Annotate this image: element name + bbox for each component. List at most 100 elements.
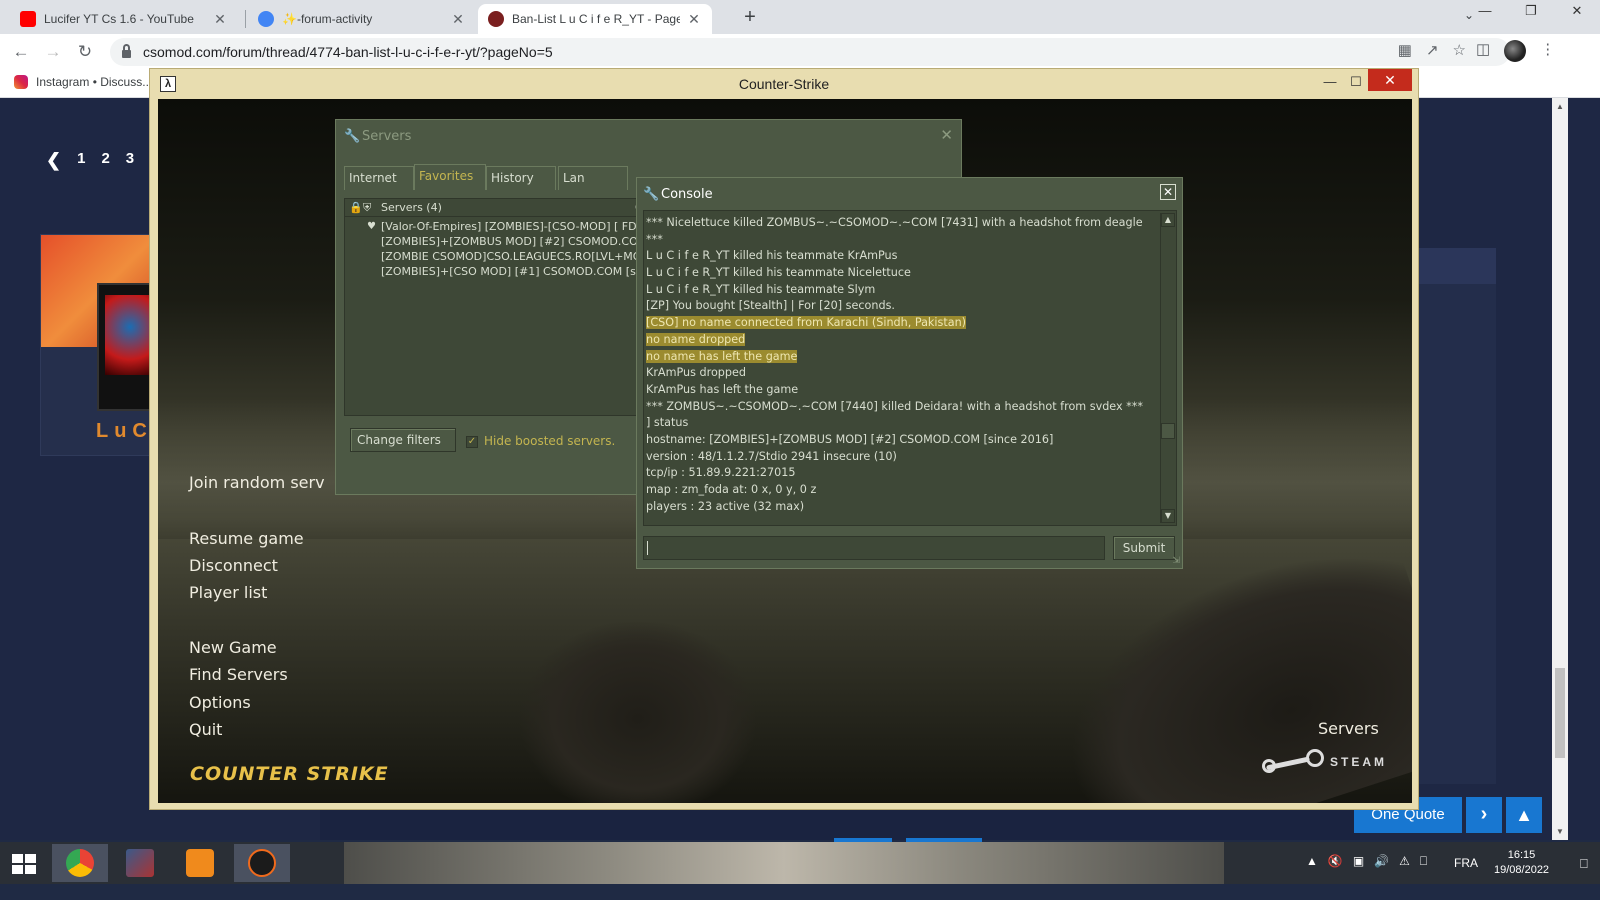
tab-internet[interactable]: Internet (344, 166, 414, 190)
close-tab-icon[interactable]: ✕ (686, 11, 702, 28)
forward-icon[interactable]: → (42, 41, 64, 63)
console-output[interactable]: *** Nicelettuce killed ZOMBUS~.~CSOMOD~.… (643, 210, 1177, 526)
console-close-icon[interactable]: ✕ (1160, 184, 1176, 200)
speaker-icon[interactable]: 🔊 (1374, 854, 1389, 869)
taskbar-media-player[interactable] (172, 844, 228, 882)
server-row[interactable]: [ZOMBIE CSOMOD]CSO.LEAGUECS.RO[LVL+MONE.… (381, 250, 639, 263)
bookmark-instagram[interactable]: Instagram • Discuss... (14, 75, 152, 89)
taskbar-half-life[interactable] (234, 844, 290, 882)
hide-boosted-checkbox[interactable]: ✓ (466, 436, 478, 448)
menu-dots-icon[interactable]: ⋮ (1540, 40, 1555, 62)
reload-icon[interactable]: ↻ (74, 41, 96, 63)
app-tray-icon[interactable]: ▣ (1353, 854, 1364, 869)
show-hidden-icons-icon[interactable]: ▲ (1306, 854, 1318, 869)
monitor-icon[interactable]: ⎕ (1420, 854, 1427, 869)
scroll-up-icon[interactable]: ▲ (1556, 102, 1564, 111)
half-life-icon (248, 849, 276, 877)
submit-button[interactable]: Submit (1113, 536, 1175, 560)
share-icon[interactable]: ↗ (1426, 41, 1439, 59)
page-link[interactable]: 3 (126, 150, 134, 171)
servers-column-header[interactable]: Servers (4) (381, 201, 442, 214)
tab-favorites[interactable]: Favorites (414, 164, 486, 190)
cs-titlebar[interactable]: λ Counter-Strike — ☐ ✕ (150, 69, 1418, 99)
change-filters-button[interactable]: Change filters (350, 428, 456, 452)
scroll-down-arrow-icon[interactable]: ▼ (1161, 509, 1175, 523)
server-row[interactable]: [Valor-Of-Empires] [ZOMBIES]-[CSO-MOD] [… (381, 220, 639, 233)
console-line: *** ZOMBUS~.~CSOMOD~.~COM [7440] killed … (646, 399, 1154, 416)
taskbar-clock[interactable]: 16:15 19/08/2022 (1494, 848, 1549, 878)
bookmark-star-icon[interactable]: ☆ (1453, 41, 1466, 59)
resize-grip-icon[interactable]: ⇲ (1172, 556, 1180, 566)
tab-history[interactable]: History (486, 166, 556, 190)
console-line-text: L u C i f e R_YT killed his teammate KrA… (646, 249, 898, 263)
minimize-button[interactable]: — (1462, 0, 1508, 24)
servers-close-icon[interactable]: ✕ (940, 126, 953, 144)
restore-button[interactable]: ❐ (1508, 0, 1554, 24)
post-footer (320, 806, 1360, 840)
server-row[interactable]: [ZOMBIES]+[CSO MOD] [#1] CSOMOD.COM [sin… (381, 265, 639, 278)
tab-forum-activity[interactable]: ✨-forum-activity ✕ (248, 4, 476, 34)
network-error-icon[interactable]: ⚠ (1399, 854, 1410, 869)
address-bar[interactable]: csomod.com/forum/thread/4774-ban-list-l-… (110, 38, 1510, 66)
player-list-item[interactable]: Player list (189, 583, 267, 602)
taskbar-game-app[interactable] (112, 844, 168, 882)
chevron-left-icon[interactable]: ❮ (46, 150, 61, 171)
tab-ban-list[interactable]: Ban-List L u C i f e R_YT - Page 5 ✕ (478, 4, 712, 34)
scroll-top-button[interactable]: ▲ (1506, 797, 1542, 833)
tab-youtube[interactable]: Lucifer YT Cs 1.6 - YouTube ✕ (10, 4, 238, 34)
servers-link[interactable]: Servers (1318, 719, 1379, 738)
translate-icon[interactable]: ▦ (1398, 41, 1412, 59)
hide-boosted-label[interactable]: Hide boosted servers. (484, 434, 615, 448)
notifications-icon[interactable]: ⎕ (1580, 856, 1588, 872)
options-item[interactable]: Options (189, 693, 251, 712)
counter-strike-logo: COUNTER STRIKE (190, 763, 389, 785)
back-icon[interactable]: ← (10, 41, 32, 63)
shield-column-icon[interactable]: ⛨ (363, 201, 371, 215)
resume-game-item[interactable]: Resume game (189, 529, 304, 548)
taskbar-chrome[interactable] (52, 844, 108, 882)
quit-item[interactable]: Quit (189, 720, 222, 739)
new-game-item[interactable]: New Game (189, 638, 277, 657)
console-line: *** Nicelettuce killed ZOMBUS~.~CSOMOD~.… (646, 215, 1154, 232)
close-tab-icon[interactable]: ✕ (212, 11, 228, 28)
console-line-text: L u C i f e R_YT killed his teammate Sly… (646, 282, 876, 296)
lock-column-icon[interactable]: 🔒 (349, 201, 363, 214)
tab-title: Ban-List L u C i f e R_YT - Page 5 (512, 12, 680, 26)
disconnect-item[interactable]: Disconnect (189, 556, 278, 575)
console-command-input[interactable] (643, 536, 1105, 560)
console-line-text: version : 48/1.1.2.7/Stdio 2941 insecure… (646, 449, 897, 463)
console-scrollbar[interactable]: ▲ ▼ (1160, 213, 1175, 523)
lock-icon[interactable] (122, 44, 131, 58)
profile-avatar-icon[interactable] (1504, 40, 1527, 62)
page-link[interactable]: 1 (77, 150, 85, 171)
page-link[interactable]: 2 (101, 150, 109, 171)
scroll-thumb[interactable] (1555, 668, 1565, 758)
author-avatar[interactable] (97, 283, 157, 411)
windows-start-icon[interactable] (12, 854, 36, 874)
steam-text: STEAM (1330, 755, 1387, 769)
sidebar-panel (1412, 284, 1496, 784)
find-servers-item[interactable]: Find Servers (189, 665, 288, 684)
server-row[interactable]: [ZOMBIES]+[ZOMBUS MOD] [#2] CSOMOD.COM [… (381, 235, 639, 248)
next-page-button[interactable]: › (1466, 797, 1502, 833)
close-tab-icon[interactable]: ✕ (450, 11, 466, 28)
console-scroll-thumb[interactable] (1161, 423, 1175, 439)
console-line: KrAmPus dropped (646, 365, 1154, 382)
new-tab-button[interactable]: + (738, 6, 762, 30)
close-button[interactable]: ✕ (1554, 0, 1600, 24)
cs-minimize-button[interactable]: — (1316, 71, 1344, 93)
join-random-server-item[interactable]: Join random serv (189, 473, 325, 492)
browser-toolbar: ← → ↻ csomod.com/forum/thread/4774-ban-l… (0, 34, 1600, 70)
page-scrollbar[interactable]: ▲ ▼ (1552, 98, 1568, 840)
scroll-up-arrow-icon[interactable]: ▲ (1161, 213, 1175, 227)
tab-lan[interactable]: Lan (558, 166, 628, 190)
input-language[interactable]: FRA (1454, 856, 1478, 870)
cs-maximize-button[interactable]: ☐ (1342, 71, 1370, 93)
scroll-down-icon[interactable]: ▼ (1556, 827, 1564, 836)
side-panel-icon[interactable]: ◫ (1476, 40, 1490, 62)
console-line-text: KrAmPus dropped (646, 366, 746, 380)
volume-muted-icon[interactable]: 🔇 (1328, 854, 1343, 869)
cs-close-button[interactable]: ✕ (1368, 69, 1412, 91)
server-list[interactable]: 🔒 ⛨ Servers (4) Ga ♥ [Valor-Of-Empires] … (344, 198, 650, 416)
console-line-text: hostname: [ZOMBIES]+[ZOMBUS MOD] [#2] CS… (646, 432, 1054, 446)
